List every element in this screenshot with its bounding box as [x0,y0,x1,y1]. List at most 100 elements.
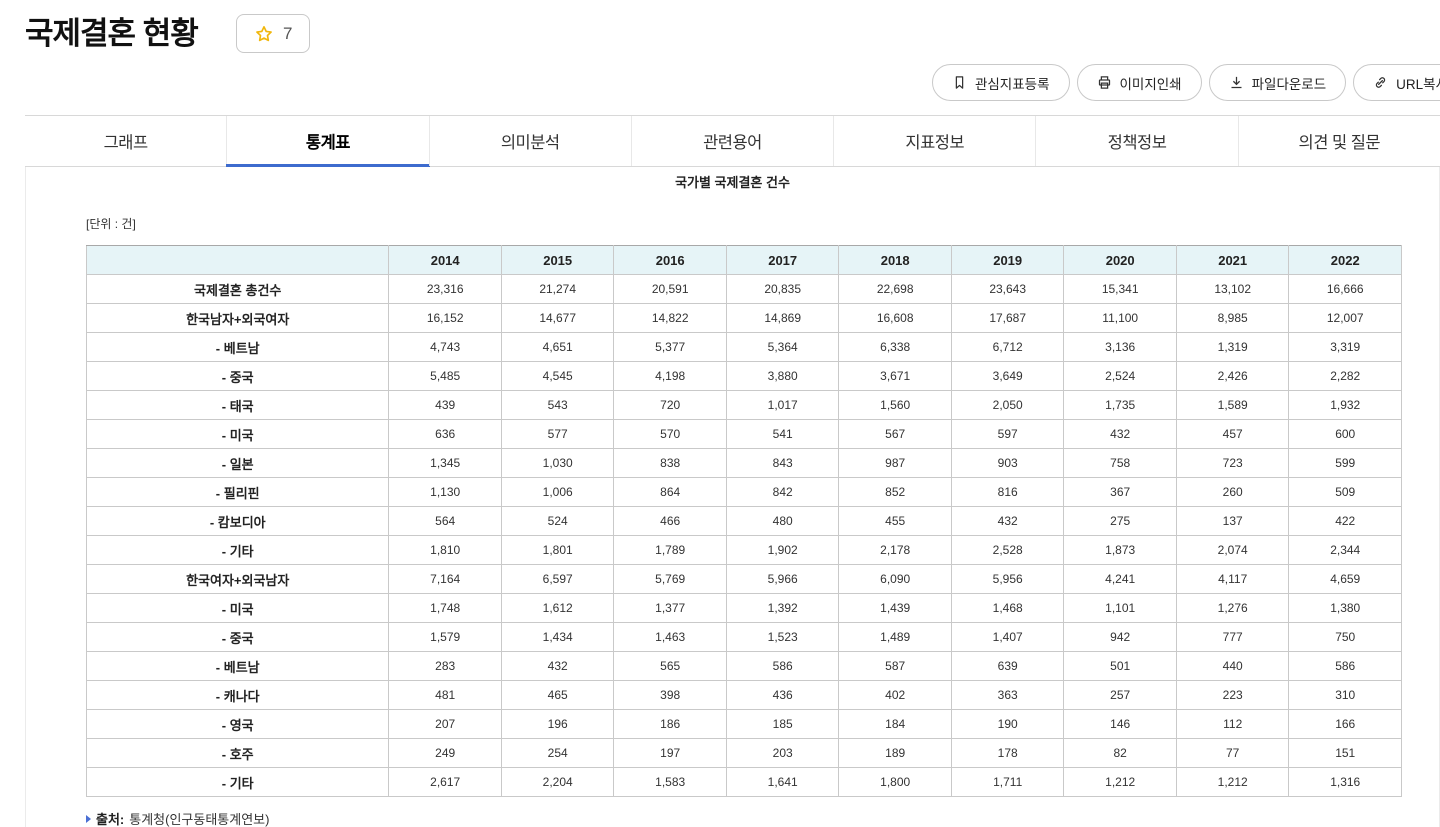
value-cell: 1,212 [1064,768,1177,797]
print-image-button[interactable]: 이미지인쇄 [1077,64,1202,101]
value-cell: 2,617 [389,768,502,797]
value-cell: 1,560 [839,391,952,420]
table-row: - 베트남4,7434,6515,3775,3646,3386,7123,136… [87,333,1402,362]
value-cell: 178 [951,739,1064,768]
page: 국제결혼 현황 7 관심지표등록이미지인쇄파일다운로드URL복사 그래프통계표의… [0,0,1440,827]
table-row: - 미국1,7481,6121,3771,3921,4391,4681,1011… [87,594,1402,623]
value-cell: 432 [501,652,614,681]
value-cell: 842 [726,478,839,507]
table-row: - 캄보디아564524466480455432275137422 [87,507,1402,536]
tab-graph[interactable]: 그래프 [25,116,226,166]
value-cell: 587 [839,652,952,681]
value-cell: 1,463 [614,623,727,652]
value-cell: 249 [389,739,502,768]
value-cell: 196 [501,710,614,739]
value-cell: 5,377 [614,333,727,362]
value-cell: 524 [501,507,614,536]
register-interest-indicator-button[interactable]: 관심지표등록 [932,64,1070,101]
table-row: - 일본1,3451,030838843987903758723599 [87,449,1402,478]
value-cell: 151 [1289,739,1402,768]
download-icon [1229,75,1244,90]
value-cell: 987 [839,449,952,478]
tab-statistics-table[interactable]: 통계표 [226,116,428,166]
value-cell: 816 [951,478,1064,507]
value-cell: 457 [1176,420,1289,449]
value-cell: 5,364 [726,333,839,362]
printer-icon [1097,75,1112,90]
value-cell: 4,241 [1064,565,1177,594]
tab-policy-info[interactable]: 정책정보 [1035,116,1237,166]
value-cell: 2,344 [1289,536,1402,565]
value-cell: 8,985 [1176,304,1289,333]
table-row: - 캐나다481465398436402363257223310 [87,681,1402,710]
value-cell: 942 [1064,623,1177,652]
value-cell: 5,485 [389,362,502,391]
value-cell: 186 [614,710,727,739]
copy-url-button[interactable]: URL복사 [1353,64,1440,101]
value-cell: 586 [1289,652,1402,681]
value-cell: 5,769 [614,565,727,594]
value-cell: 2,524 [1064,362,1177,391]
table-row: - 호주2492541972031891788277151 [87,739,1402,768]
page-title: 국제결혼 현황 [25,8,198,53]
value-cell: 77 [1176,739,1289,768]
value-cell: 257 [1064,681,1177,710]
value-cell: 1,801 [501,536,614,565]
value-cell: 12,007 [1289,304,1402,333]
tab-meaning-analysis[interactable]: 의미분석 [429,116,631,166]
value-cell: 1,030 [501,449,614,478]
favorite-count: 7 [283,24,292,44]
value-cell: 1,612 [501,594,614,623]
table-row: - 영국207196186185184190146112166 [87,710,1402,739]
value-cell: 17,687 [951,304,1064,333]
value-cell: 570 [614,420,727,449]
value-cell: 6,090 [839,565,952,594]
value-cell: 4,198 [614,362,727,391]
value-cell: 4,659 [1289,565,1402,594]
value-cell: 2,282 [1289,362,1402,391]
value-cell: 480 [726,507,839,536]
value-cell: 23,643 [951,275,1064,304]
value-cell: 436 [726,681,839,710]
value-cell: 636 [389,420,502,449]
value-cell: 543 [501,391,614,420]
value-cell: 4,545 [501,362,614,391]
value-cell: 4,651 [501,333,614,362]
value-cell: 1,735 [1064,391,1177,420]
value-cell: 440 [1176,652,1289,681]
value-cell: 501 [1064,652,1177,681]
file-download-button[interactable]: 파일다운로드 [1209,64,1347,101]
value-cell: 20,835 [726,275,839,304]
value-cell: 567 [839,420,952,449]
row-label: 한국남자+외국여자 [87,304,389,333]
tab-content: 국가별 국제결혼 건수 [단위 : 건] 2014201520162017201… [25,167,1440,827]
value-cell: 223 [1176,681,1289,710]
value-cell: 2,178 [839,536,952,565]
table-row: - 필리핀1,1301,006864842852816367260509 [87,478,1402,507]
row-label: 한국여자+외국남자 [87,565,389,594]
tab-related-terms[interactable]: 관련용어 [631,116,833,166]
year-column-header: 2016 [614,246,727,275]
value-cell: 1,439 [839,594,952,623]
value-cell: 398 [614,681,727,710]
value-cell: 3,649 [951,362,1064,391]
source-arrow-icon [86,815,91,823]
value-cell: 838 [614,449,727,478]
row-label: - 미국 [87,420,389,449]
tab-opinions-questions[interactable]: 의견 및 질문 [1238,116,1440,166]
tab-indicator-info[interactable]: 지표정보 [833,116,1035,166]
value-cell: 597 [951,420,1064,449]
value-cell: 260 [1176,478,1289,507]
value-cell: 3,319 [1289,333,1402,362]
value-cell: 3,671 [839,362,952,391]
value-cell: 1,583 [614,768,727,797]
value-cell: 1,902 [726,536,839,565]
favorite-count-badge[interactable]: 7 [236,14,310,53]
table-row: - 베트남283432565586587639501440586 [87,652,1402,681]
value-cell: 2,426 [1176,362,1289,391]
year-column-header: 2021 [1176,246,1289,275]
table-row: - 기타2,6172,2041,5831,6411,8001,7111,2121… [87,768,1402,797]
year-column-header: 2015 [501,246,614,275]
value-cell: 565 [614,652,727,681]
year-column-header: 2020 [1064,246,1177,275]
